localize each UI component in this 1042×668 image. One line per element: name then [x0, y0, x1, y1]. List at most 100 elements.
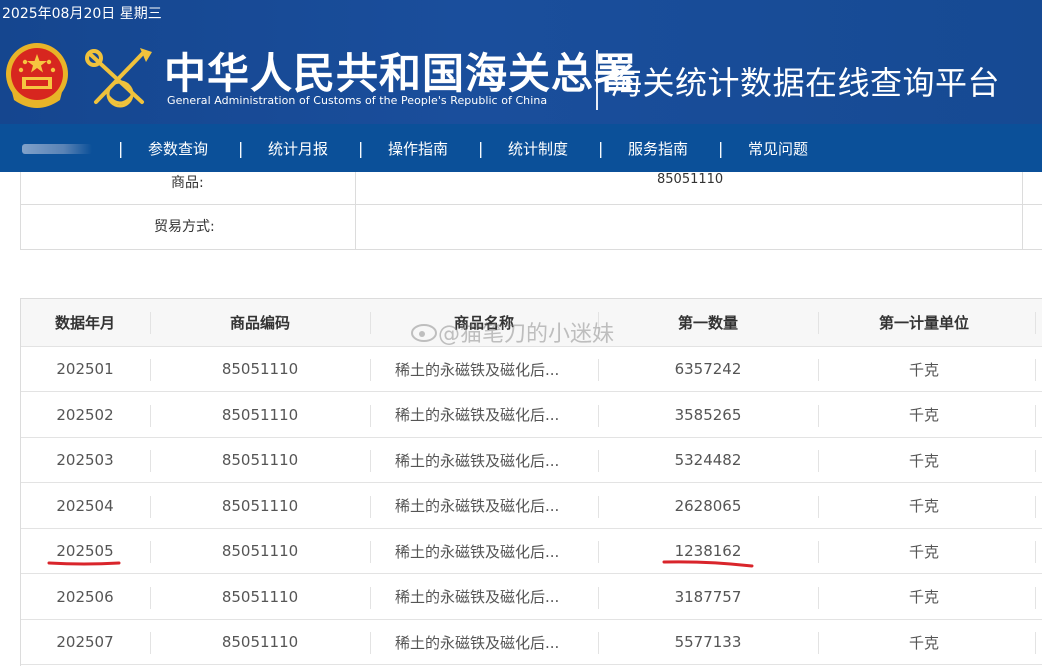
column-separator: [370, 359, 371, 381]
cell-month: 202507: [56, 633, 114, 651]
nav-item-service-guide[interactable]: 服务指南: [628, 138, 688, 159]
column-separator: [1035, 359, 1036, 381]
table-row[interactable]: 202505 85051110 稀土的永磁铁及磁化后... 1238162 千克: [21, 529, 1042, 574]
cell-month: 202504: [56, 496, 114, 515]
column-separator: [150, 312, 151, 334]
weibo-watermark-icon: [411, 324, 437, 342]
highlight-underline-month: [47, 561, 121, 566]
cell-name: 稀土的永磁铁及磁化后...: [395, 360, 560, 379]
customs-emblem-icon: [85, 48, 152, 108]
site-header: 2025年08月20日 星期三 中华人民共和国海关总署 General Admi…: [0, 0, 1042, 124]
column-separator: [1035, 632, 1036, 654]
cell-name: 稀土的永磁铁及磁化后...: [395, 451, 560, 470]
table-row[interactable]: 202507 85051110 稀土的永磁铁及磁化后... 5577133 千克: [21, 620, 1042, 665]
cell-name: 稀土的永磁铁及磁化后...: [395, 633, 560, 652]
column-header-unit[interactable]: 第一计量单位: [819, 299, 1029, 346]
column-separator: [818, 586, 819, 609]
column-separator: [370, 495, 371, 518]
national-emblem-icon: [6, 43, 68, 108]
column-separator: [598, 495, 599, 518]
nav-separator: |: [478, 139, 484, 158]
cell-month: 202502: [56, 405, 114, 424]
cell-quantity: 5577133: [674, 633, 742, 651]
nav-item-params-query[interactable]: 参数查询: [148, 138, 208, 159]
column-separator: [818, 632, 819, 654]
table-row[interactable]: 202502 85051110 稀土的永磁铁及磁化后... 3585265 千克: [21, 393, 1042, 438]
cell-quantity: 6357242: [674, 360, 742, 378]
column-separator: [818, 359, 819, 381]
criteria-divider: [355, 172, 356, 250]
nav-item-stats-system[interactable]: 统计制度: [508, 138, 568, 159]
nav-item-faq[interactable]: 常见问题: [748, 138, 808, 159]
current-date: 2025年08月20日 星期三: [2, 6, 162, 22]
cell-code: 85051110: [221, 542, 299, 560]
cell-unit: 千克: [908, 633, 939, 652]
nav-item-guide[interactable]: 操作指南: [388, 138, 448, 159]
table-row[interactable]: 202501 85051110 稀土的永磁铁及磁化后... 6357242 千克: [21, 347, 1042, 392]
column-separator: [150, 450, 151, 472]
table-row[interactable]: 202506 85051110 稀土的永磁铁及磁化后... 3187757 千克: [21, 575, 1042, 620]
cell-name: 稀土的永磁铁及磁化后...: [395, 497, 560, 515]
watermark-text: @猫笔刀的小迷妹: [438, 322, 615, 347]
goods-value: 85051110: [657, 172, 724, 187]
column-separator: [370, 541, 371, 563]
nav-home-link-blurred[interactable]: [22, 144, 92, 154]
cell-unit: 千克: [908, 360, 939, 379]
column-separator: [598, 632, 599, 654]
criteria-divider: [1022, 172, 1023, 250]
column-separator: [1035, 541, 1036, 563]
trade-mode-label: 贸易方式:: [154, 219, 215, 235]
column-separator: [1035, 404, 1036, 427]
main-nav: | 参数查询 | 统计月报 | 操作指南 | 统计制度 | 服务指南 | 常见问…: [0, 124, 1042, 172]
table-row[interactable]: 202503 85051110 稀土的永磁铁及磁化后... 5324482 千克: [21, 438, 1042, 483]
column-separator: [598, 541, 599, 563]
column-separator: [150, 359, 151, 381]
criteria-row-trade-mode: 贸易方式:: [21, 205, 1042, 250]
column-separator: [818, 495, 819, 518]
org-name-en: General Administration of Customs of the…: [167, 94, 548, 107]
cell-quantity: 5324482: [674, 451, 742, 469]
cell-code: 85051110: [221, 360, 299, 378]
table-row[interactable]: 202504 85051110 稀土的永磁铁及磁化后... 2628065 千克: [21, 484, 1042, 529]
results-table: 数据年月 商品编码 商品名称 第一数量 第一计量单位 202501 8505111…: [20, 298, 1042, 666]
column-separator: [370, 632, 371, 654]
column-separator: [1035, 450, 1036, 472]
cell-code: 85051110: [221, 405, 299, 424]
cell-code: 85051110: [221, 633, 299, 651]
cell-quantity: 3187757: [674, 587, 742, 606]
column-separator: [1035, 586, 1036, 609]
org-name-cn: 中华人民共和国海关总署: [164, 49, 638, 98]
column-header-code[interactable]: 商品编码: [151, 299, 369, 346]
column-separator: [370, 450, 371, 472]
cell-month: 202503: [56, 451, 114, 469]
cell-unit: 千克: [908, 451, 939, 470]
column-separator: [150, 586, 151, 609]
cell-code: 85051110: [221, 587, 299, 606]
nav-separator: |: [358, 139, 364, 158]
cell-code: 85051110: [221, 496, 299, 515]
cell-code: 85051110: [221, 451, 299, 469]
column-separator: [1035, 312, 1036, 334]
column-header-quantity[interactable]: 第一数量: [599, 299, 817, 346]
cell-name: 稀土的永磁铁及磁化后...: [395, 406, 560, 424]
column-separator: [818, 450, 819, 472]
cell-month: 202506: [56, 587, 114, 606]
column-header-month[interactable]: 数据年月: [21, 299, 149, 346]
column-separator: [150, 541, 151, 563]
cell-name: 稀土的永磁铁及磁化后...: [395, 588, 560, 606]
nav-separator: |: [238, 139, 244, 158]
nav-separator: |: [598, 139, 604, 158]
cell-unit: 千克: [908, 406, 939, 424]
cell-month: 202501: [56, 360, 114, 378]
column-separator: [598, 404, 599, 427]
column-separator: [150, 404, 151, 427]
column-separator: [370, 312, 371, 334]
column-separator: [818, 541, 819, 563]
title-divider: [596, 50, 598, 110]
column-separator: [818, 312, 819, 334]
nav-item-monthly-report[interactable]: 统计月报: [268, 138, 328, 159]
platform-title: 海关统计数据在线查询平台: [610, 64, 1001, 102]
column-separator: [598, 586, 599, 609]
nav-separator: |: [718, 139, 724, 158]
goods-label: 商品:: [171, 175, 204, 191]
